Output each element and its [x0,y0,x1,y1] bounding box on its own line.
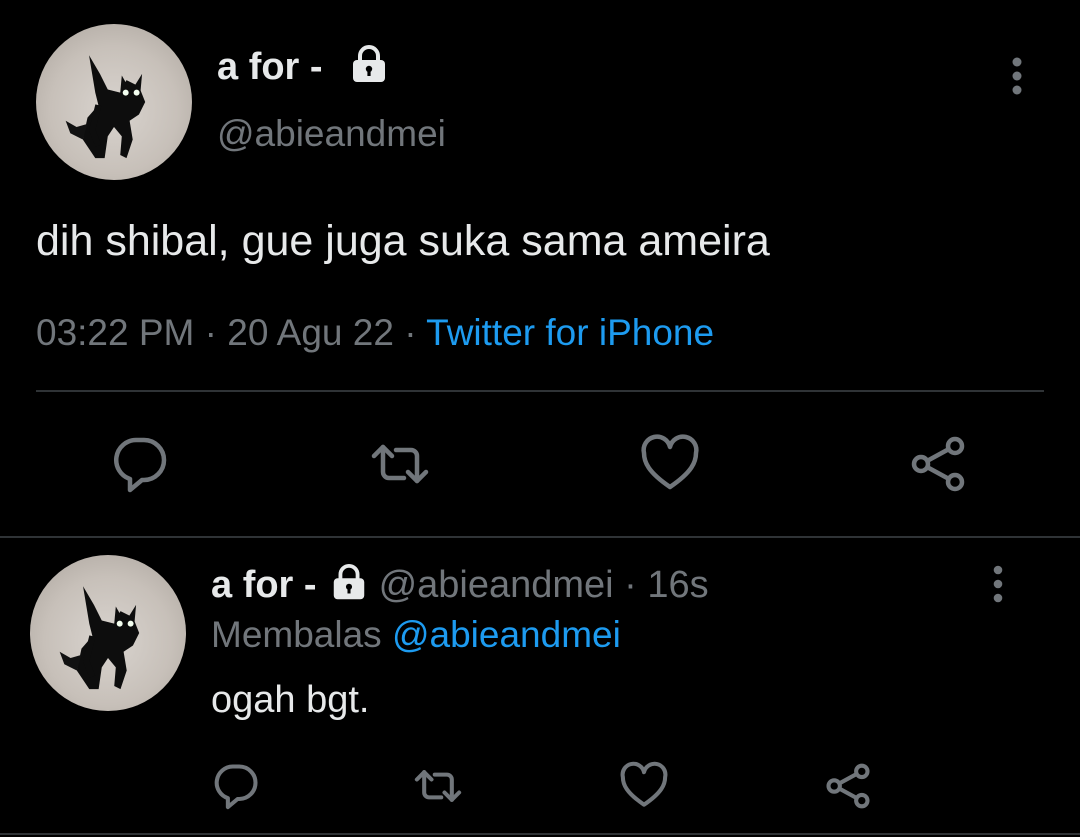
reply-author-handle[interactable]: @abieandmei [379,564,614,606]
reply-author-name[interactable]: a for - [211,564,317,606]
reply-icon[interactable] [108,432,172,496]
reply-icon[interactable] [210,760,262,812]
reply-author-avatar[interactable] [30,555,186,711]
meta-separator: · [194,312,228,353]
divider [0,833,1080,835]
replying-label: Membalas [211,614,382,655]
reply-text: ogah bgt. [211,679,370,721]
lock-icon [348,44,390,86]
more-vertical-icon[interactable] [983,564,1013,604]
author-avatar[interactable] [36,24,192,180]
share-icon[interactable] [822,760,874,812]
reply-age[interactable]: 16s [647,564,708,606]
replying-to: Membalas @abieandmei [211,612,621,658]
lock-icon [329,563,369,603]
tweet-date[interactable]: 20 Agu 22 [227,312,394,353]
black-cat-avatar-image [59,586,140,690]
divider [0,536,1080,538]
tweet-meta: 03:22 PM · 20 Agu 22 · Twitter for iPhon… [36,310,714,356]
author-handle[interactable]: @abieandmei [217,112,446,156]
black-cat-avatar-image [65,55,146,159]
retweet-icon[interactable] [412,760,464,812]
author-name[interactable]: a for - [217,44,323,90]
heart-icon[interactable] [638,432,702,496]
reply-separator: · [613,564,648,606]
tweet-text: dih shibal, gue juga suka sama ameira [36,217,770,265]
divider [36,390,1044,392]
tweet-time[interactable]: 03:22 PM [36,312,194,353]
replying-mention-link[interactable]: @abieandmei [392,614,621,655]
tweet-source-link[interactable]: Twitter for iPhone [426,312,714,353]
reply-header: a for - @abieandmei · 16s [211,562,709,608]
retweet-icon[interactable] [368,432,432,496]
more-vertical-icon[interactable] [1002,55,1032,97]
heart-icon[interactable] [618,760,670,812]
share-icon[interactable] [906,432,970,496]
meta-separator: · [393,312,427,353]
